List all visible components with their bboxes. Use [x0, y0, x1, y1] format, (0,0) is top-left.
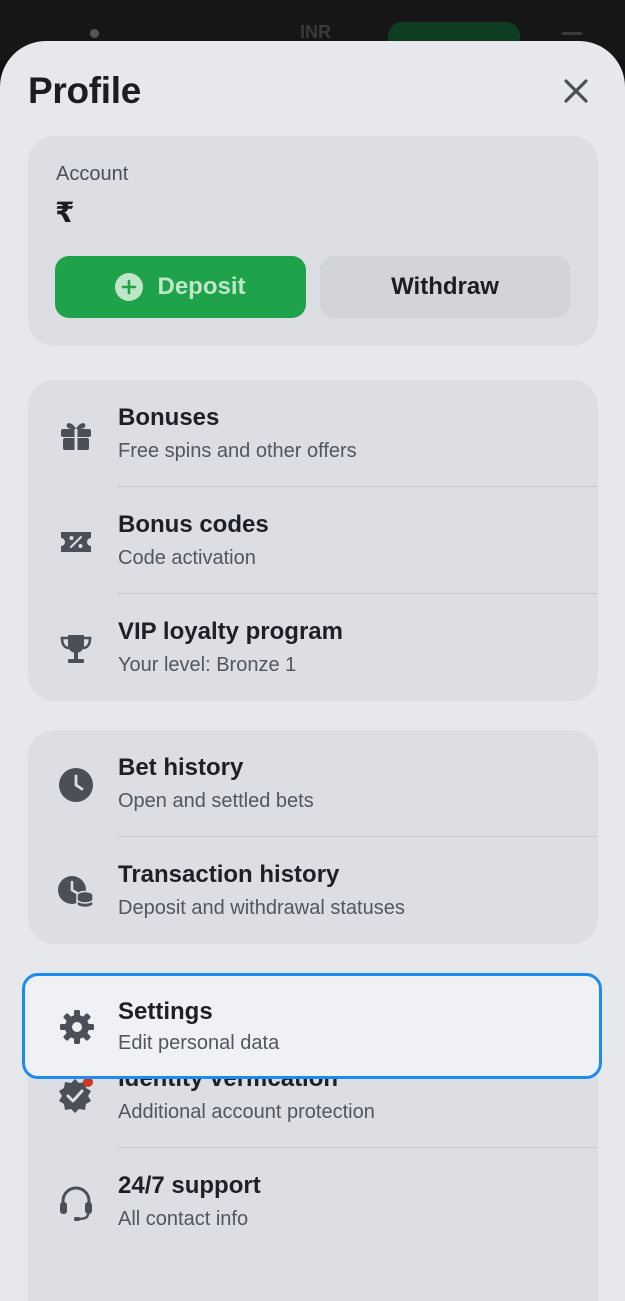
menu-dot [90, 29, 99, 38]
plus-icon [115, 273, 144, 301]
menu-item-support[interactable]: 24/7 support All contact info [28, 1148, 598, 1255]
header-menu-icon[interactable] [562, 32, 582, 35]
menu-item-subtitle: Your level: Bronze 1 [118, 654, 297, 676]
deposit-button[interactable]: Deposit [55, 256, 306, 318]
menu-item-title: Bonuses [118, 404, 220, 431]
menu-item-settings[interactable]: Settings Edit personal data [22, 973, 602, 1079]
deposit-label: Deposit [157, 273, 246, 300]
menu-item-bonuses[interactable]: Bonuses Free spins and other offers [28, 380, 598, 487]
coupon-icon [56, 522, 96, 562]
menu-item-subtitle: Additional account protection [118, 1101, 375, 1123]
verified-badge-icon [56, 1076, 96, 1116]
account-menu-group: Identity verification Additional account… [28, 1041, 598, 1301]
menu-item-title: Settings [118, 998, 213, 1025]
clock-icon [56, 765, 96, 805]
menu-item-transaction-history[interactable]: Transaction history Deposit and withdraw… [28, 837, 598, 944]
transaction-clock-icon [56, 872, 96, 912]
account-label: Account [56, 163, 129, 185]
profile-sheet: Profile Account ₹ Deposit Withdraw Bonus… [0, 41, 625, 1301]
close-button[interactable] [558, 73, 594, 109]
menu-item-subtitle: Open and settled bets [118, 790, 314, 812]
withdraw-button[interactable]: Withdraw [320, 256, 570, 318]
menu-item-title: 24/7 support [118, 1172, 261, 1199]
menu-item-subtitle: Free spins and other offers [118, 440, 357, 462]
menu-item-bet-history[interactable]: Bet history Open and settled bets [28, 730, 598, 837]
withdraw-label: Withdraw [391, 273, 499, 300]
menu-item-title: VIP loyalty program [118, 618, 343, 645]
account-card: Account ₹ Deposit Withdraw [28, 136, 598, 346]
currency-selector[interactable]: INR [300, 22, 331, 43]
account-balance: ₹ [55, 197, 75, 228]
close-icon [564, 79, 588, 103]
trophy-icon [56, 629, 96, 669]
menu-item-title: Transaction history [118, 861, 340, 888]
gift-icon [56, 415, 96, 455]
menu-item-subtitle: Edit personal data [118, 1032, 280, 1054]
menu-item-title: Bet history [118, 754, 244, 781]
rewards-menu-group: Bonuses Free spins and other offers Bonu… [28, 380, 598, 701]
gear-icon [56, 1006, 98, 1048]
history-menu-group: Bet history Open and settled bets Transa… [28, 730, 598, 944]
menu-item-subtitle: Deposit and withdrawal statuses [118, 897, 405, 919]
menu-item-subtitle: All contact info [118, 1208, 249, 1230]
headset-icon [56, 1183, 96, 1223]
page-title: Profile [28, 70, 142, 111]
menu-item-vip-loyalty[interactable]: VIP loyalty program Your level: Bronze 1 [28, 594, 598, 701]
menu-item-bonus-codes[interactable]: Bonus codes Code activation [28, 487, 598, 594]
menu-item-subtitle: Code activation [118, 547, 256, 569]
menu-item-title: Bonus codes [118, 511, 269, 538]
